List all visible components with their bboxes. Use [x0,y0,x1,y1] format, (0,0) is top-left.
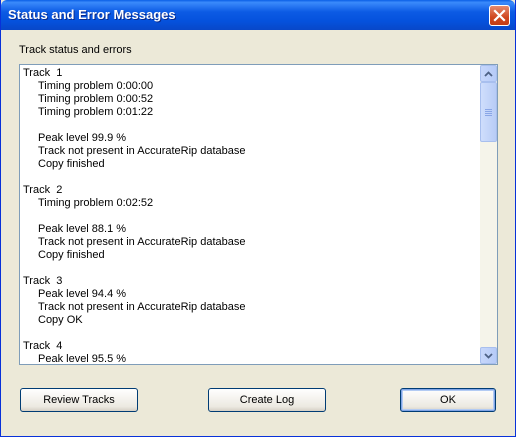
log-detail-line: Peak level 99.9 % [38,132,127,144]
thumb-grip-line [485,113,492,114]
log-detail-line: Track not present in AccurateRip databas… [38,301,246,313]
log-detail-line: Timing problem 0:00:52 [38,93,154,105]
log-track-header: Track 2 [23,184,63,196]
log-detail-line: Copy finished [38,249,105,261]
log-detail-line: Copy finished [38,158,105,170]
ok-button[interactable]: OK [400,388,496,412]
chevron-down-icon [484,353,493,359]
dialog-window: Status and Error Messages Track status a… [0,0,516,437]
log-detail-line: Copy OK [38,314,83,326]
thumb-grip-line [485,111,492,112]
log-track-header: Track 1 [23,67,63,79]
log-detail-line: Track not present in AccurateRip databas… [38,145,246,157]
scroll-thumb[interactable] [480,82,497,142]
thumb-grip-line [485,115,492,116]
title-bar[interactable]: Status and Error Messages [1,0,515,30]
close-icon [493,9,506,22]
log-detail-line: Peak level 95.5 % [38,353,127,364]
thumb-grip-line [485,109,492,110]
status-log-listbox[interactable]: Track 1 Timing problem 0:00:00 Timing prob… [19,64,498,365]
close-button[interactable] [489,5,510,26]
log-detail-line: Timing problem 0:02:52 [38,197,154,209]
log-detail-line: Peak level 94.4 % [38,288,127,300]
log-track-header: Track 3 [23,275,63,287]
chevron-up-icon [484,71,493,77]
create-log-button[interactable]: Create Log [208,388,326,412]
log-detail-line: Peak level 88.1 % [38,223,127,235]
window-title: Status and Error Messages [8,7,176,22]
log-lines: Track 1 Timing problem 0:00:00 Timing prob… [20,65,478,364]
log-detail-line: Track not present in AccurateRip databas… [38,236,246,248]
review-tracks-button[interactable]: Review Tracks [20,388,138,412]
log-track-header: Track 4 [23,340,63,352]
scroll-up-button[interactable] [480,65,497,82]
group-label: Track status and errors [19,44,132,56]
vertical-scrollbar[interactable] [480,65,497,364]
log-detail-line: Timing problem 0:00:00 [38,80,154,92]
log-detail-line: Timing problem 0:01:22 [38,106,154,118]
scroll-down-button[interactable] [480,347,497,364]
